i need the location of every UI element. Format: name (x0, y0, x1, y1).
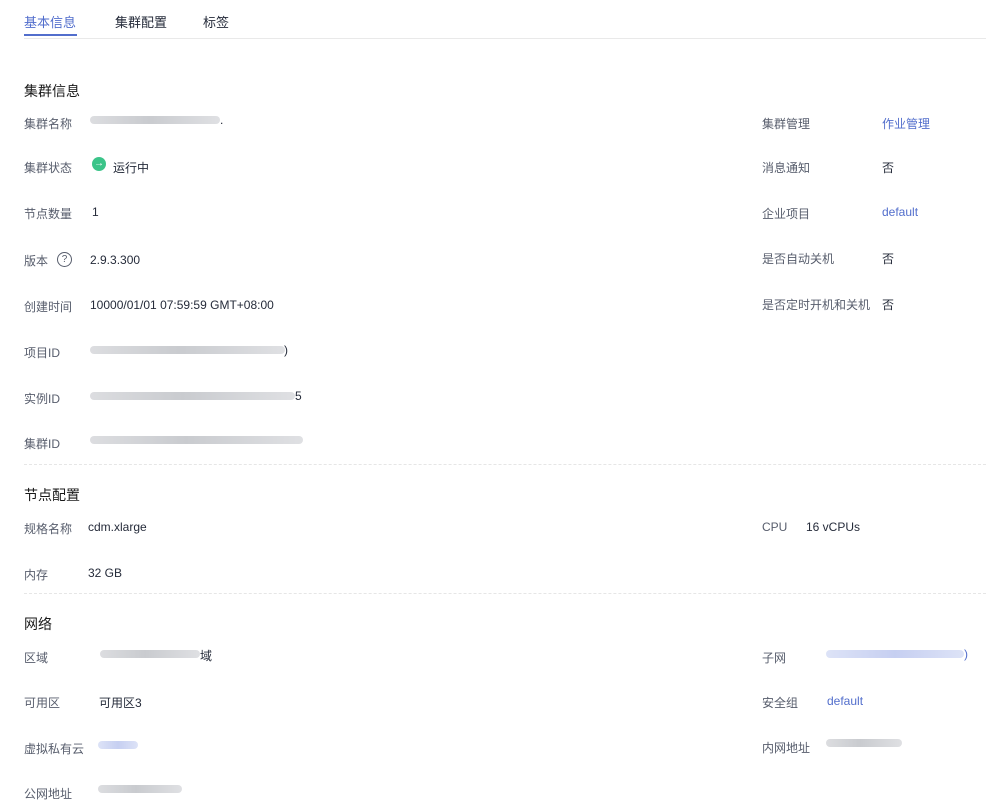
cluster-id-label: 集群ID (24, 437, 61, 451)
created-time-value: 10000/01/01 07:59:59 GMT+08:00 (90, 298, 274, 312)
region-redacted (100, 650, 200, 658)
node-config-title: 节点配置 (24, 487, 80, 503)
arrow-right-circle-icon: → (92, 157, 106, 171)
availability-zone-value: 可用区3 (99, 696, 142, 710)
instance-id-value-tail: 5 (295, 389, 302, 403)
tab-bar-divider (24, 38, 986, 39)
cluster-info-title: 集群信息 (24, 83, 80, 99)
version-value: 2.9.3.300 (90, 253, 141, 267)
region-label: 区域 (24, 651, 49, 665)
version-label: 版本 (24, 254, 49, 268)
node-count-label: 节点数量 (24, 207, 73, 221)
enterprise-project-label: 企业项目 (762, 207, 811, 221)
instance-id-redacted (90, 392, 295, 400)
help-circle-icon[interactable]: ? (57, 252, 72, 267)
cluster-status-value: 运行中 (113, 161, 150, 175)
tab-cluster-config[interactable]: 集群配置 (115, 12, 167, 31)
private-address-label: 内网地址 (762, 741, 811, 755)
auto-shutdown-value: 否 (882, 252, 895, 266)
memory-label: 内存 (24, 568, 49, 582)
cluster-id-redacted (90, 436, 303, 444)
subnet-label: 子网 (762, 651, 787, 665)
flavor-name-value: cdm.xlarge (88, 520, 147, 534)
tab-basic-info[interactable]: 基本信息 (24, 12, 76, 31)
project-id-value-tail: ) (284, 343, 288, 357)
section-divider (24, 464, 986, 465)
subnet-value-tail[interactable]: ) (964, 647, 968, 661)
node-count-value: 1 (92, 205, 99, 219)
vpc-label: 虚拟私有云 (24, 742, 85, 756)
security-group-label: 安全组 (762, 696, 799, 710)
vpc-redacted-link[interactable] (98, 741, 138, 749)
flavor-name-label: 规格名称 (24, 522, 73, 536)
created-time-label: 创建时间 (24, 300, 73, 314)
auto-shutdown-label: 是否自动关机 (762, 252, 835, 266)
message-notification-label: 消息通知 (762, 161, 811, 175)
project-id-label: 项目ID (24, 346, 61, 360)
public-address-label: 公网地址 (24, 787, 73, 801)
active-tab-indicator (24, 34, 77, 36)
project-id-redacted (90, 346, 285, 354)
cluster-management-label: 集群管理 (762, 117, 811, 131)
scheduled-power-label: 是否定时开机和关机 (762, 298, 871, 312)
subnet-redacted-link[interactable] (826, 650, 964, 658)
enterprise-project-link[interactable]: default (882, 205, 918, 219)
memory-value: 32 GB (88, 566, 123, 580)
cluster-name-label: 集群名称 (24, 117, 73, 131)
public-address-redacted (98, 785, 182, 793)
security-group-link[interactable]: default (827, 694, 863, 708)
cluster-name-redacted (90, 116, 220, 124)
message-notification-value: 否 (882, 161, 895, 175)
cluster-name-value-tail: . (220, 113, 224, 127)
availability-zone-label: 可用区 (24, 696, 61, 710)
job-management-link[interactable]: 作业管理 (882, 115, 930, 132)
tab-tags[interactable]: 标签 (203, 12, 229, 31)
network-title: 网络 (24, 616, 52, 632)
cpu-label: CPU (762, 520, 788, 534)
region-value-tail: 域 (200, 649, 213, 663)
instance-id-label: 实例ID (24, 392, 61, 406)
scheduled-power-value: 否 (882, 298, 895, 312)
cluster-status-label: 集群状态 (24, 161, 73, 175)
private-address-redacted (826, 739, 902, 747)
section-divider (24, 593, 986, 594)
cpu-value: 16 vCPUs (806, 520, 861, 534)
